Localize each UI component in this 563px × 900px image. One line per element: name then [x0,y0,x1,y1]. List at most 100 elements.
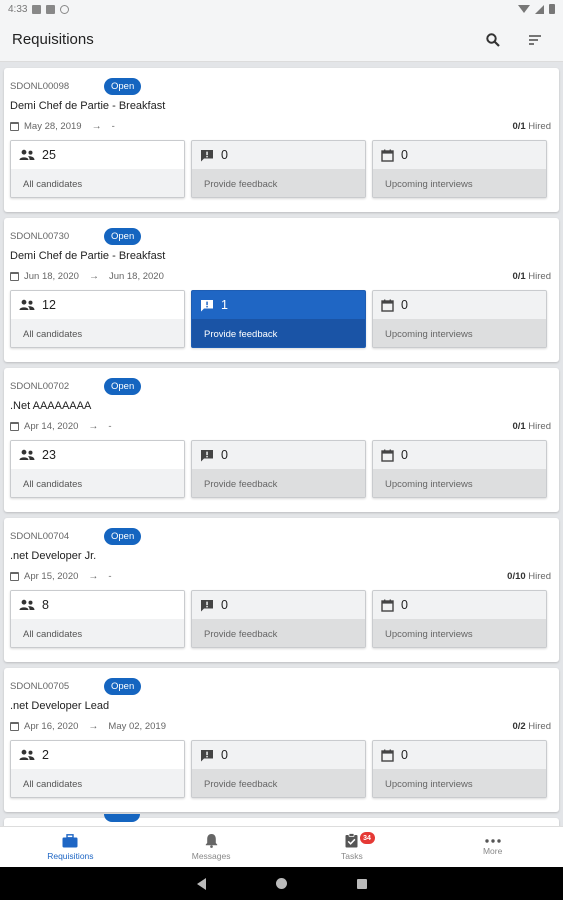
people-icon [19,149,35,160]
system-navigation-bar [0,867,563,900]
interviews-count: 0 [401,598,408,612]
calendar-icon [381,299,394,312]
candidates-label: All candidates [11,769,184,797]
feedback-label: Provide feedback [192,619,365,647]
requisition-card[interactable]: SDONL00705 Open .net Developer Lead Apr … [4,668,559,812]
upcoming-interviews-tile[interactable]: 0 Upcoming interviews [372,740,547,798]
nav-label: Messages [191,851,231,861]
status-time: 4:33 [8,3,28,15]
people-icon [19,599,35,610]
feedback-label: Provide feedback [192,169,365,197]
back-icon[interactable] [196,877,206,890]
sort-icon[interactable] [523,28,547,52]
interviews-count: 0 [401,298,408,312]
upcoming-interviews-tile[interactable]: 0 Upcoming interviews [372,140,547,198]
feedback-icon [201,599,213,611]
upcoming-interviews-tile[interactable]: 0 Upcoming interviews [372,590,547,648]
candidates-count: 25 [42,148,56,162]
requisition-id: SDONL00704 [10,530,70,542]
end-date: Jun 18, 2020 [108,270,164,282]
calendar-icon [10,121,19,131]
start-date: Apr 14, 2020 [24,420,79,432]
nav-label: Tasks [341,851,363,861]
interviews-label: Upcoming interviews [373,319,546,347]
hired-number: 0/1 [512,120,526,132]
status-badge: Open [104,77,142,95]
feedback-icon [201,149,213,161]
search-icon[interactable] [481,28,505,52]
people-icon [19,449,35,460]
nav-more[interactable]: More [422,827,563,867]
hired-count: 0/1 Hired [512,121,553,132]
calendar-icon [10,721,19,731]
end-date: May 02, 2019 [108,720,166,732]
all-candidates-tile[interactable]: 12 All candidates [10,290,185,348]
feedback-label: Provide feedback [192,769,365,797]
status-bar: 4:33 [0,0,563,18]
job-title: Demi Chef de Partie - Breakfast [10,100,166,112]
hired-number: 0/2 [512,720,526,732]
start-date: May 28, 2019 [24,120,82,132]
provide-feedback-tile[interactable]: 1 Provide feedback [191,290,366,348]
hired-label: Hired [528,120,551,132]
battery-icon [549,4,555,14]
all-candidates-tile[interactable]: 23 All candidates [10,440,185,498]
provide-feedback-tile[interactable]: 0 Provide feedback [191,140,366,198]
upcoming-interviews-tile[interactable]: 0 Upcoming interviews [372,290,547,348]
all-candidates-tile[interactable]: 2 All candidates [10,740,185,798]
interviews-label: Upcoming interviews [373,619,546,647]
requisition-id: SDONL00702 [10,380,70,392]
all-candidates-tile[interactable]: 8 All candidates [10,590,185,648]
requisition-id: SDONL00098 [10,80,70,92]
end-date: - [108,570,112,582]
interviews-label: Upcoming interviews [373,769,546,797]
requisition-id: SDONL00730 [10,230,70,242]
requisition-card[interactable]: SDONL00730 Open Demi Chef de Partie - Br… [4,218,559,362]
hired-count: 0/1 Hired [512,421,553,432]
recents-icon[interactable] [356,878,367,889]
signal-icon [535,4,544,14]
bell-icon [205,834,217,848]
nav-requisitions[interactable]: Requisitions [0,827,141,867]
calendar-icon [381,449,394,462]
clipboard-check-icon [345,833,358,848]
wifi-icon [518,5,530,13]
candidates-label: All candidates [11,469,184,497]
nav-messages[interactable]: Messages [141,827,282,867]
requisition-card[interactable] [4,814,559,826]
requisition-card[interactable]: SDONL00702 Open .Net AAAAAAAA Apr 14, 20… [4,368,559,512]
interviews-count: 0 [401,148,408,162]
arrow-right-icon: → [91,120,102,132]
candidates-count: 12 [42,298,56,312]
home-icon[interactable] [275,878,287,889]
hired-label: Hired [528,570,551,582]
hired-count: 0/10 Hired [507,571,553,582]
feedback-count: 1 [221,298,228,312]
job-title: .Net AAAAAAAA [10,400,92,412]
nav-tasks[interactable]: Tasks 34 [282,827,423,867]
notification-icon [46,4,56,14]
calendar-icon [10,271,19,281]
people-icon [19,299,35,310]
sync-icon [60,4,70,14]
provide-feedback-tile[interactable]: 0 Provide feedback [191,740,366,798]
provide-feedback-tile[interactable]: 0 Provide feedback [191,590,366,648]
arrow-right-icon: → [88,570,99,582]
candidates-label: All candidates [11,619,184,647]
all-candidates-tile[interactable]: 25 All candidates [10,140,185,198]
requisition-id: SDONL00705 [10,680,70,692]
calendar-icon [10,571,19,581]
provide-feedback-tile[interactable]: 0 Provide feedback [191,440,366,498]
requisition-card[interactable]: SDONL00098 Open Demi Chef de Partie - Br… [4,68,559,212]
end-date: - [111,120,115,132]
hired-count: 0/1 Hired [512,271,553,282]
requisition-list[interactable]: SDONL00098 Open Demi Chef de Partie - Br… [0,62,563,826]
start-date: Apr 15, 2020 [24,570,79,582]
feedback-icon [201,299,213,311]
upcoming-interviews-tile[interactable]: 0 Upcoming interviews [372,440,547,498]
interviews-count: 0 [401,748,408,762]
nav-label: Requisitions [47,850,94,861]
candidates-label: All candidates [11,169,184,197]
requisition-card[interactable]: SDONL00704 Open .net Developer Jr. Apr 1… [4,518,559,662]
job-title: .net Developer Lead [10,700,110,712]
